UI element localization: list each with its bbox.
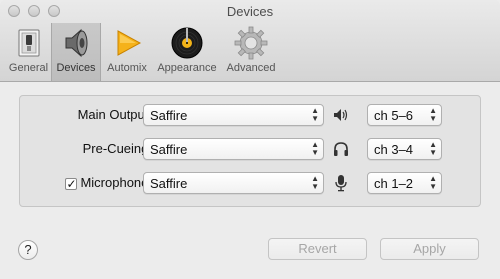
microphone-channel-value: ch 1–2	[374, 176, 414, 191]
microphone-channel-select[interactable]: ch 1–2 ▲ ▼	[367, 172, 442, 194]
pre-cueing-label: Pre-Cueing:	[82, 141, 152, 156]
tab-general-label: General	[8, 62, 49, 74]
titlebar: Devices General Devices Automix Appearan…	[0, 0, 500, 82]
microphone-checkbox[interactable]: ✓	[65, 178, 78, 190]
select-arrows-icon: ▲ ▼	[429, 174, 437, 191]
main-output-channel-select[interactable]: ch 5–6 ▲ ▼	[367, 104, 442, 126]
select-arrows-icon: ▲ ▼	[429, 106, 437, 123]
select-arrows-icon: ▲ ▼	[311, 174, 319, 191]
pre-cueing-channel-select[interactable]: ch 3–4 ▲ ▼	[367, 138, 442, 160]
apply-button[interactable]: Apply	[380, 238, 479, 260]
main-output-label: Main Output:	[77, 107, 152, 122]
main-output-device-value: Saffire	[150, 108, 188, 123]
devices-panel: Main Output: Saffire ▲ ▼ ch 5–6 ▲ ▼ Pre-Cu…	[19, 95, 481, 207]
microphone-icon	[335, 175, 347, 192]
main-output-channel-value: ch 5–6	[374, 108, 414, 123]
gear-icon	[234, 26, 268, 60]
switch-icon	[18, 29, 39, 57]
tab-appearance[interactable]: Appearance	[153, 23, 221, 81]
window-title: Devices	[226, 4, 274, 19]
microphone-row: ✓ Microphone: Saffire ▲ ▼ ch 1–2 ▲ ▼	[20, 172, 482, 194]
help-button[interactable]: ?	[18, 240, 38, 260]
microphone-label: Microphone:	[80, 175, 152, 190]
record-icon	[171, 27, 203, 59]
headphones-icon	[334, 142, 348, 156]
tab-appearance-label: Appearance	[157, 62, 217, 74]
select-arrows-icon: ▲ ▼	[311, 106, 319, 123]
microphone-label-group: ✓ Microphone:	[65, 175, 152, 190]
preferences-toolbar: General Devices Automix Appearance Advan…	[6, 23, 281, 81]
select-arrows-icon: ▲ ▼	[429, 140, 437, 157]
pre-cueing-row: Pre-Cueing: Saffire ▲ ▼ ch 3–4 ▲ ▼	[20, 138, 482, 160]
tab-automix-label: Automix	[107, 62, 147, 74]
speaker-icon	[65, 28, 88, 58]
microphone-device-value: Saffire	[150, 176, 188, 191]
speaker-volume-icon	[334, 109, 348, 121]
select-arrows-icon: ▲ ▼	[311, 140, 319, 157]
tab-advanced[interactable]: Advanced	[221, 23, 281, 81]
preferences-window: Devices General Devices Automix Appearan…	[0, 0, 500, 279]
tab-general[interactable]: General	[6, 23, 51, 81]
pre-cueing-device-value: Saffire	[150, 142, 188, 157]
pre-cueing-device-select[interactable]: Saffire ▲ ▼	[143, 138, 324, 160]
main-output-row: Main Output: Saffire ▲ ▼ ch 5–6 ▲ ▼	[20, 104, 482, 126]
pre-cueing-channel-value: ch 3–4	[374, 142, 414, 157]
play-icon	[117, 30, 142, 56]
tab-automix[interactable]: Automix	[101, 23, 153, 81]
microphone-device-select[interactable]: Saffire ▲ ▼	[143, 172, 324, 194]
tab-devices-label: Devices	[56, 62, 96, 74]
tab-advanced-label: Advanced	[226, 62, 276, 74]
revert-button[interactable]: Revert	[268, 238, 367, 260]
tab-devices[interactable]: Devices	[51, 23, 101, 81]
main-output-device-select[interactable]: Saffire ▲ ▼	[143, 104, 324, 126]
